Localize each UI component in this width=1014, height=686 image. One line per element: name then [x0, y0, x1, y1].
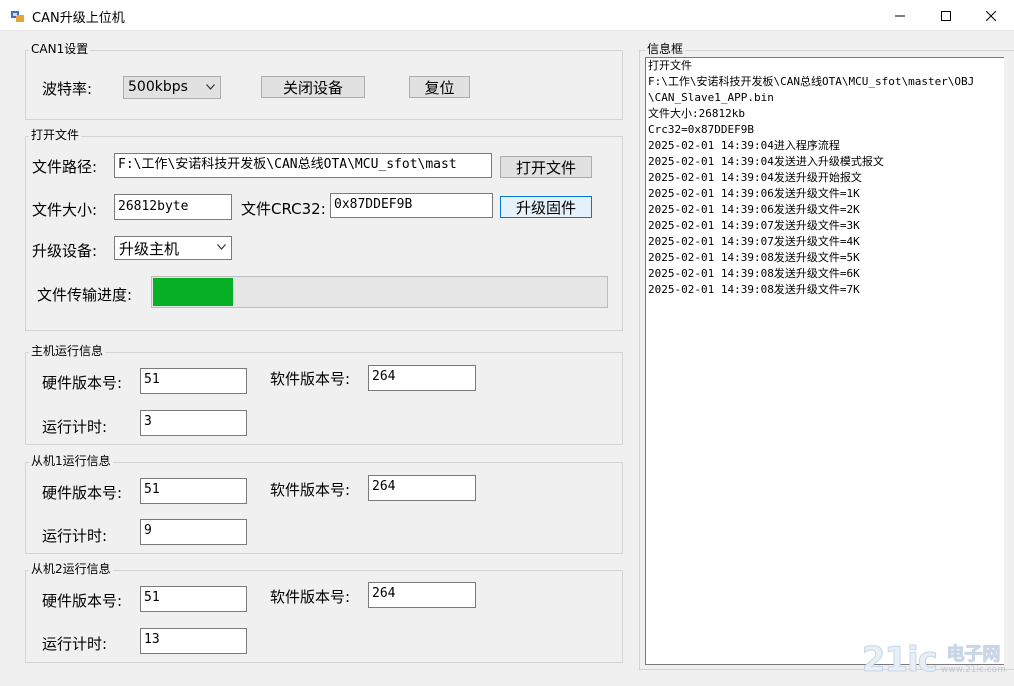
- open-file-button[interactable]: 打开文件: [500, 156, 592, 178]
- log-line: 2025-02-01 14:39:04发送进入升级模式报文: [648, 155, 884, 168]
- file-path-label: 文件路径:: [32, 158, 98, 176]
- file-path-field[interactable]: F:\工作\安诺科技开发板\CAN总线OTA\MCU_sfot\mast: [114, 153, 492, 178]
- host-hw-field[interactable]: 51: [140, 368, 247, 394]
- close-icon: [986, 10, 996, 21]
- upgrade-device-label: 升级设备:: [32, 242, 98, 260]
- log-line: 文件大小:26812kb: [648, 107, 745, 120]
- watermark-cn-text: 电子网: [946, 644, 1001, 665]
- info-box-title: 信息框: [645, 42, 686, 56]
- slave2-time-field[interactable]: 13: [140, 628, 247, 654]
- baud-rate-value: 500kbps: [128, 79, 188, 95]
- file-size-label: 文件大小:: [32, 201, 98, 219]
- baud-rate-select[interactable]: 500kbps: [123, 76, 221, 99]
- info-log-textarea[interactable]: 打开文件 F:\工作\安诺科技开发板\CAN总线OTA\MCU_sfot\mast…: [645, 57, 1004, 665]
- host-time-field[interactable]: 3: [140, 410, 247, 436]
- watermark-url: www.21ic.com: [940, 665, 1006, 675]
- file-crc-field[interactable]: 0x87DDEF9B: [330, 193, 493, 218]
- baud-rate-label: 波特率:: [42, 80, 93, 98]
- slave1-info-group: [25, 462, 623, 554]
- slave1-group-title: 从机1运行信息: [29, 454, 113, 468]
- can1-group-title: CAN1设置: [29, 42, 91, 56]
- upgrade-device-select[interactable]: 升级主机: [114, 236, 232, 260]
- slave1-sw-label: 软件版本号:: [270, 481, 351, 499]
- slave2-sw-field[interactable]: 264: [368, 582, 476, 608]
- watermark-logo-text: 21ic: [861, 640, 938, 681]
- log-line: 2025-02-01 14:39:06发送升级文件=1K: [648, 187, 860, 200]
- log-line: 打开文件: [648, 59, 692, 72]
- slave2-sw-label: 软件版本号:: [270, 588, 351, 606]
- title-bar: CAN升级上位机: [0, 0, 1014, 31]
- minimize-button[interactable]: [877, 0, 923, 31]
- host-info-group: [25, 352, 623, 445]
- slave2-time-label: 运行计时:: [42, 635, 108, 653]
- log-line: Crc32=0x87DDEF9B: [648, 123, 754, 136]
- maximize-icon: [941, 10, 951, 21]
- slave2-hw-field[interactable]: 51: [140, 586, 247, 612]
- slave1-time-field[interactable]: 9: [140, 519, 247, 545]
- slave2-info-group: [25, 570, 623, 663]
- upgrade-firmware-button[interactable]: 升级固件: [500, 196, 592, 218]
- watermark-logo: 21ic 电子网 www.21ic.com: [861, 640, 1006, 681]
- chevron-down-icon: [206, 84, 215, 90]
- log-line: \CAN_Slave1_APP.bin: [648, 91, 774, 104]
- log-line: 2025-02-01 14:39:06发送升级文件=2K: [648, 203, 860, 216]
- log-line: 2025-02-01 14:39:07发送升级文件=3K: [648, 219, 860, 232]
- slave2-group-title: 从机2运行信息: [29, 562, 113, 576]
- close-device-button[interactable]: 关闭设备: [261, 76, 365, 98]
- host-group-title: 主机运行信息: [29, 344, 106, 358]
- log-line: 2025-02-01 14:39:07发送升级文件=4K: [648, 235, 860, 248]
- upgrade-device-value: 升级主机: [119, 240, 180, 258]
- window-title: CAN升级上位机: [32, 11, 125, 26]
- progress-label: 文件传输进度:: [37, 286, 133, 304]
- close-window-button[interactable]: [968, 0, 1014, 31]
- app-icon: [11, 8, 25, 22]
- file-crc-label: 文件CRC32:: [241, 200, 326, 218]
- open-file-group-title: 打开文件: [29, 128, 82, 142]
- log-line: 2025-02-01 14:39:04进入程序流程: [648, 139, 840, 152]
- transfer-progress-bar: [151, 276, 608, 308]
- maximize-button[interactable]: [923, 0, 969, 31]
- log-line: 2025-02-01 14:39:04发送升级开始报文: [648, 171, 862, 184]
- log-line: 2025-02-01 14:39:08发送升级文件=7K: [648, 283, 860, 296]
- host-hw-label: 硬件版本号:: [42, 374, 123, 392]
- slave1-hw-label: 硬件版本号:: [42, 484, 123, 502]
- slave2-hw-label: 硬件版本号:: [42, 592, 123, 610]
- host-sw-field[interactable]: 264: [368, 365, 476, 391]
- log-line: F:\工作\安诺科技开发板\CAN总线OTA\MCU_sfot\master\O…: [648, 75, 975, 88]
- chevron-down-icon: [217, 244, 226, 250]
- reset-button[interactable]: 复位: [409, 76, 470, 98]
- slave1-sw-field[interactable]: 264: [368, 475, 476, 501]
- file-size-field[interactable]: 26812byte: [114, 194, 232, 220]
- host-sw-label: 软件版本号:: [270, 370, 351, 388]
- slave1-hw-field[interactable]: 51: [140, 478, 247, 504]
- slave1-time-label: 运行计时:: [42, 527, 108, 545]
- progress-fill: [153, 278, 233, 306]
- log-line: 2025-02-01 14:39:08发送升级文件=5K: [648, 251, 860, 264]
- log-line: 2025-02-01 14:39:08发送升级文件=6K: [648, 267, 860, 280]
- minimize-icon: [895, 15, 905, 16]
- host-time-label: 运行计时:: [42, 418, 108, 436]
